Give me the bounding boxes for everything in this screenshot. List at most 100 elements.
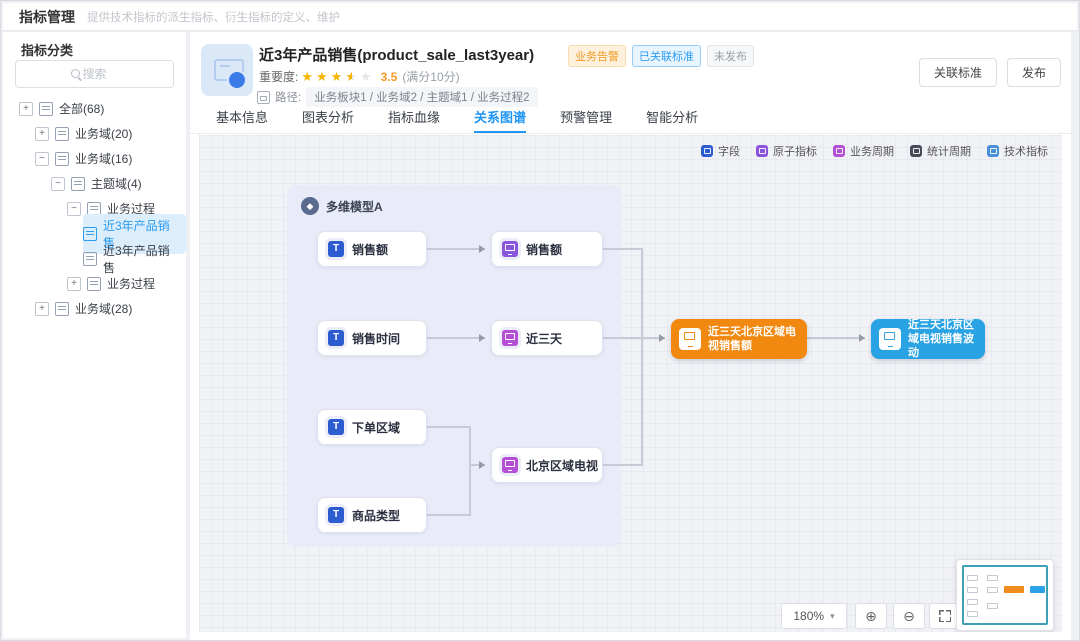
minimap-node xyxy=(967,599,978,605)
minimap[interactable] xyxy=(956,559,1054,631)
field-icon xyxy=(328,241,344,257)
graph-node-sales-amount-atomic[interactable]: 销售额 xyxy=(491,231,603,267)
tab-intelligent-analysis[interactable]: 智能分析 xyxy=(646,104,698,133)
expand-icon[interactable]: + xyxy=(67,277,81,291)
star-icon: ★ xyxy=(301,70,313,83)
arrow-icon xyxy=(659,334,665,342)
minimap-node-blue xyxy=(1030,586,1045,593)
atomic-metric-icon xyxy=(502,241,518,257)
relation-graph-canvas[interactable]: 字段 原子指标 业务周期 统计周期 技术指标 ◆ 多维模型A xyxy=(199,135,1062,632)
legend-statistic-period: 统计周期 xyxy=(910,143,971,159)
edge xyxy=(603,464,641,466)
empty-star-icon: ★ xyxy=(360,70,372,83)
minimap-node xyxy=(987,587,998,593)
minimap-node-orange xyxy=(1004,586,1024,593)
edge xyxy=(603,248,641,250)
sidebar-item-domain-20[interactable]: +业务域(20) xyxy=(3,121,186,146)
rating-max: (满分10分) xyxy=(402,68,459,85)
top-bar: 指标管理 提供技术指标的派生指标、衍生指标的定义、维护 xyxy=(3,3,1077,31)
minimap-node xyxy=(967,611,978,617)
zoom-level-select[interactable]: 180% ▾ xyxy=(781,603,847,629)
field-icon xyxy=(328,330,344,346)
graph-node-beijing-region-tv[interactable]: 北京区域电视 xyxy=(491,447,603,483)
graph-node-sales-amount-field[interactable]: 销售额 xyxy=(317,231,427,267)
edge xyxy=(469,426,471,516)
model-icon: ◆ xyxy=(301,197,319,215)
tech-metric-icon xyxy=(987,145,999,157)
group-label: ◆ 多维模型A xyxy=(301,197,383,215)
legend-atomic-metric: 原子指标 xyxy=(756,143,817,159)
graph-node-tech-metric[interactable]: 近三天北京区域电视销售波动 xyxy=(871,319,985,359)
business-period-icon xyxy=(502,330,518,346)
importance-row: 重要度: ★ ★ ★ ★ ★ 3.5 (满分10分) xyxy=(259,68,460,85)
folder-icon xyxy=(39,102,53,116)
edge xyxy=(427,337,485,339)
sidebar-title: 指标分类 xyxy=(21,40,73,59)
zoom-out-button[interactable]: ⊖ xyxy=(893,603,925,629)
main-panel: 近3年产品销售(product_sale_last3year) 业务告警 已关联… xyxy=(190,32,1071,640)
field-icon xyxy=(328,507,344,523)
app-frame: 指标管理 提供技术指标的派生指标、衍生指标的定义、维护 指标分类 +全部(68)… xyxy=(0,0,1080,641)
sidebar-item-product-sale-2[interactable]: 近3年产品销售 xyxy=(3,246,186,271)
tab-relation-graph[interactable]: 关系图谱 xyxy=(474,104,526,133)
sidebar-item-business-process-2[interactable]: +业务过程 xyxy=(3,271,186,296)
folder-icon xyxy=(55,302,69,316)
metric-icon xyxy=(83,252,97,266)
expand-icon[interactable]: + xyxy=(35,127,49,141)
metric-monitor-icon xyxy=(879,328,901,350)
minimap-node xyxy=(967,587,978,593)
publish-button[interactable]: 发布 xyxy=(1007,58,1061,87)
legend-field: 字段 xyxy=(701,143,740,159)
tab-basic-info[interactable]: 基本信息 xyxy=(216,104,268,133)
graph-node-sales-time-field[interactable]: 销售时间 xyxy=(317,320,427,356)
graph-node-derived-metric[interactable]: 近三天北京区域电视销售额 xyxy=(671,319,807,359)
graph-node-product-type-field[interactable]: 商品类型 xyxy=(317,497,427,533)
graph-node-order-region-field[interactable]: 下单区域 xyxy=(317,409,427,445)
graph-node-last-3-days[interactable]: 近三天 xyxy=(491,320,603,356)
tab-alert-management[interactable]: 预警管理 xyxy=(560,104,612,133)
edge xyxy=(603,337,665,339)
folder-icon xyxy=(55,127,69,141)
header-actions: 关联标准 发布 xyxy=(919,58,1061,87)
collapse-icon[interactable]: − xyxy=(67,202,81,216)
search-box xyxy=(15,60,174,88)
sidebar-item-subject-domain[interactable]: −主题域(4) xyxy=(3,171,186,196)
tab-chart-analysis[interactable]: 图表分析 xyxy=(302,104,354,133)
minimap-node xyxy=(967,575,978,581)
sidebar-item-domain-16[interactable]: −业务域(16) xyxy=(3,146,186,171)
status-badge-alert: 业务告警 xyxy=(568,45,626,67)
badge-group: 业务告警 已关联标准 未发布 xyxy=(568,45,754,67)
relate-standard-button[interactable]: 关联标准 xyxy=(919,58,997,87)
tab-bar: 基本信息 图表分析 指标血缘 关系图谱 预警管理 智能分析 xyxy=(190,104,1071,134)
tag-icon xyxy=(257,91,270,104)
expand-icon[interactable]: + xyxy=(35,302,49,316)
tab-metric-lineage[interactable]: 指标血缘 xyxy=(388,104,440,133)
status-badge-unpublished: 未发布 xyxy=(707,45,754,67)
status-dot-icon xyxy=(227,70,247,90)
expand-icon[interactable]: + xyxy=(19,102,33,116)
category-tree: +全部(68) +业务域(20) −业务域(16) −主题域(4) −业务过程 … xyxy=(3,96,186,321)
collapse-icon[interactable]: − xyxy=(51,177,65,191)
app-title: 指标管理 xyxy=(19,7,75,27)
importance-label: 重要度: xyxy=(259,68,298,85)
edge xyxy=(427,514,469,516)
fullscreen-icon xyxy=(939,610,951,622)
field-icon xyxy=(328,419,344,435)
zoom-level-value: 180% xyxy=(793,609,824,623)
search-input[interactable] xyxy=(15,60,174,88)
arrow-icon xyxy=(479,461,485,469)
app-subtitle: 提供技术指标的派生指标、衍生指标的定义、维护 xyxy=(87,9,340,25)
legend-tech-metric: 技术指标 xyxy=(987,143,1048,159)
sidebar-item-all[interactable]: +全部(68) xyxy=(3,96,186,121)
search-icon xyxy=(71,69,80,78)
edge xyxy=(641,248,643,466)
metric-thumbnail-icon xyxy=(201,44,253,96)
edge xyxy=(427,248,485,250)
minimap-node xyxy=(987,575,998,581)
graph-legend: 字段 原子指标 业务周期 统计周期 技术指标 xyxy=(701,143,1048,159)
collapse-icon[interactable]: − xyxy=(35,152,49,166)
business-period-icon xyxy=(833,145,845,157)
zoom-in-button[interactable]: ⊕ xyxy=(855,603,887,629)
sidebar-item-domain-28[interactable]: +业务域(28) xyxy=(3,296,186,321)
page-title: 近3年产品销售(product_sale_last3year) xyxy=(259,44,534,65)
